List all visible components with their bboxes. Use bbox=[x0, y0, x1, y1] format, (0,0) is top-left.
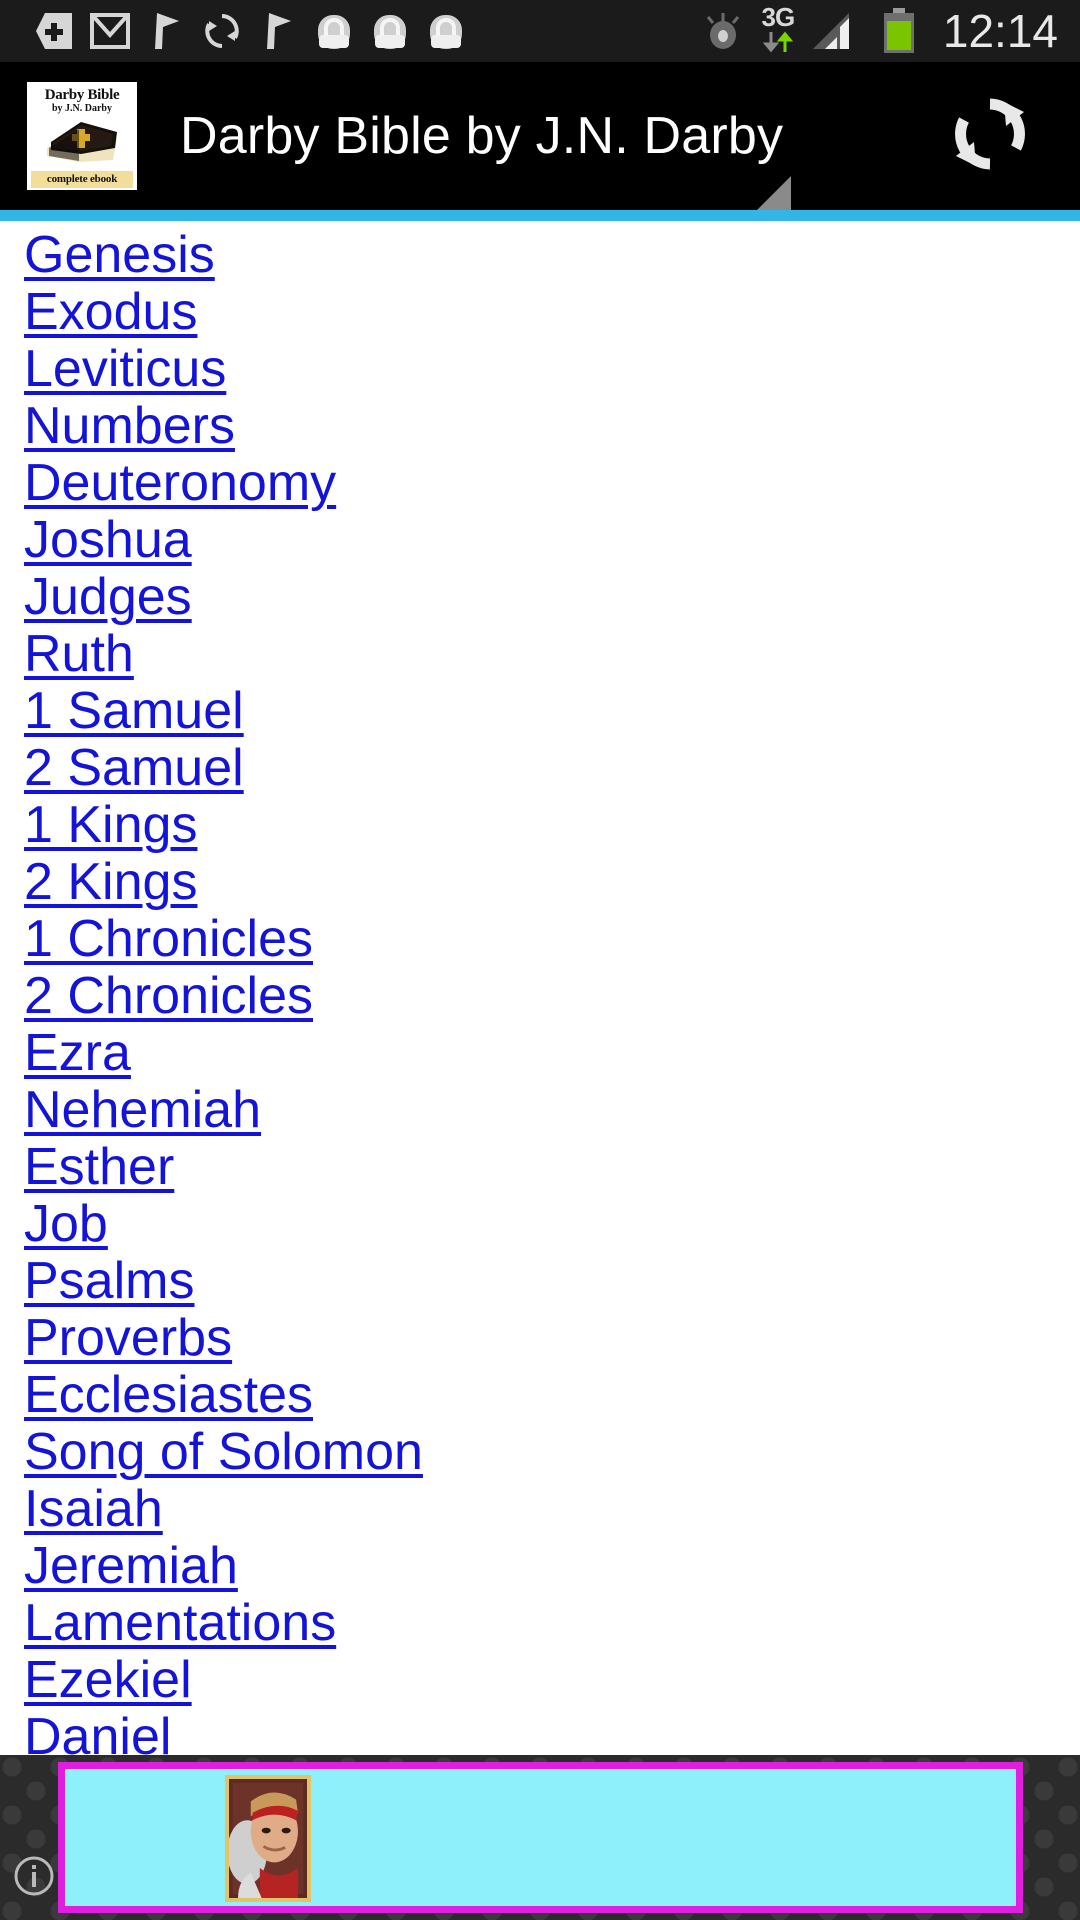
bible-book-icon bbox=[47, 122, 117, 162]
book-link[interactable]: Ecclesiastes bbox=[24, 1367, 313, 1424]
app-icon-darby-bible: Darby Bible by J.N. Darby complete ebook bbox=[27, 82, 137, 190]
bible-book-list: Genesis Exodus Leviticus Numbers Deuteronomy… bbox=[0, 221, 1080, 1755]
book-link[interactable]: Isaiah bbox=[24, 1481, 163, 1538]
bag-icon bbox=[362, 7, 418, 55]
book-link[interactable]: 2 Kings bbox=[24, 854, 197, 911]
book-link[interactable]: 2 Chronicles bbox=[24, 968, 313, 1025]
book-link[interactable]: Daniel bbox=[24, 1709, 171, 1756]
app-icon-subtitle: by J.N. Darby bbox=[51, 103, 112, 114]
status-bar-clock: 12:14 bbox=[942, 5, 1058, 57]
app-header-bar: Darby Bible by J.N. Darby complete ebook… bbox=[0, 62, 1080, 222]
book-link[interactable]: Genesis bbox=[24, 227, 215, 284]
book-link[interactable]: Song of Solomon bbox=[24, 1424, 423, 1481]
book-link[interactable]: Jeremiah bbox=[24, 1538, 238, 1595]
book-link[interactable]: Numbers bbox=[24, 398, 235, 455]
battery-icon bbox=[871, 7, 927, 55]
book-link[interactable]: Ezekiel bbox=[24, 1652, 192, 1709]
book-link[interactable]: 2 Samuel bbox=[24, 740, 244, 797]
book-link[interactable]: Deuteronomy bbox=[24, 455, 336, 512]
download-badge-icon bbox=[26, 7, 82, 55]
book-link[interactable]: Judges bbox=[24, 569, 192, 626]
eye-icon bbox=[695, 7, 751, 55]
book-link[interactable]: Job bbox=[24, 1196, 108, 1253]
refresh-icon bbox=[946, 90, 1034, 183]
book-link[interactable]: Joshua bbox=[24, 512, 192, 569]
book-link[interactable]: 1 Samuel bbox=[24, 683, 244, 740]
ad-info-icon[interactable] bbox=[12, 1854, 56, 1898]
network-type-label: 3G bbox=[761, 2, 796, 32]
book-link[interactable]: Nehemiah bbox=[24, 1082, 261, 1139]
bag-icon bbox=[306, 7, 362, 55]
book-link[interactable]: Leviticus bbox=[24, 341, 226, 398]
book-link[interactable]: Ezra bbox=[24, 1025, 131, 1082]
book-link[interactable]: 1 Kings bbox=[24, 797, 197, 854]
header-divider bbox=[0, 210, 1080, 221]
bag-icon bbox=[418, 7, 474, 55]
book-link[interactable]: Exodus bbox=[24, 284, 197, 341]
app-icon-footer-label: complete ebook bbox=[31, 171, 133, 188]
refresh-button[interactable] bbox=[920, 62, 1060, 210]
ad-content-area[interactable] bbox=[58, 1762, 1023, 1913]
status-bar-system-icons: 3G 12:14 bbox=[695, 4, 1080, 58]
book-link[interactable]: Ruth bbox=[24, 626, 134, 683]
book-link[interactable]: Lamentations bbox=[24, 1595, 336, 1652]
ad-character-portrait[interactable] bbox=[225, 1775, 311, 1902]
screen-root: 3G 12:14 Darby Bible by J.N. Darby compl… bbox=[0, 0, 1080, 1920]
book-link[interactable]: Proverbs bbox=[24, 1310, 232, 1367]
signal-bars-icon bbox=[805, 7, 861, 55]
book-link[interactable]: Esther bbox=[24, 1139, 174, 1196]
status-bar-notification-icons bbox=[0, 7, 474, 55]
network-type-indicator: 3G bbox=[761, 4, 795, 58]
ad-banner[interactable] bbox=[0, 1755, 1080, 1920]
app-icon-title: Darby Bible bbox=[44, 87, 120, 103]
book-link[interactable]: 1 Chronicles bbox=[24, 911, 313, 968]
book-link[interactable]: Psalms bbox=[24, 1253, 194, 1310]
flag-icon bbox=[138, 7, 194, 55]
data-transfer-icon bbox=[761, 30, 795, 58]
flag-icon bbox=[250, 7, 306, 55]
sync-icon bbox=[194, 7, 250, 55]
page-title: Darby Bible by J.N. Darby bbox=[180, 107, 784, 165]
status-bar: 3G 12:14 bbox=[0, 0, 1080, 62]
gmail-icon bbox=[82, 7, 138, 55]
